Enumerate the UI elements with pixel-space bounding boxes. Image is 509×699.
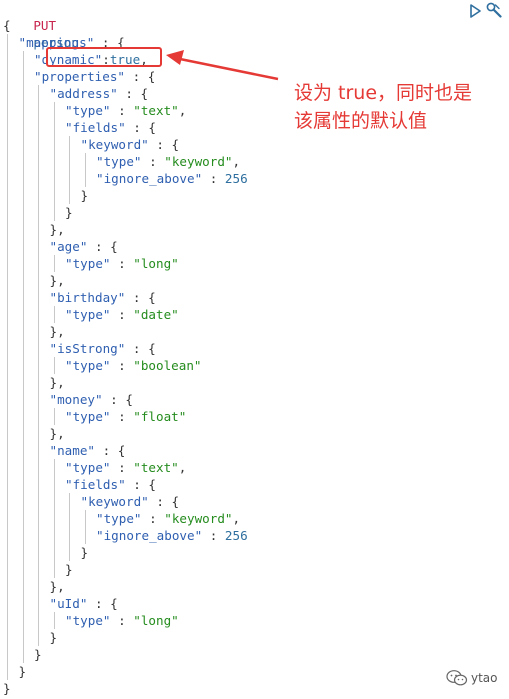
console-editor[interactable]: PUT person {"mappings" : {"dynamic":true… (0, 0, 509, 699)
annotation-line-1: 设为 true，同时也是 (294, 82, 473, 104)
play-icon[interactable] (468, 3, 482, 18)
wechat-logo-icon (446, 670, 468, 686)
watermark: ytao (446, 668, 498, 688)
wrench-icon[interactable] (486, 2, 503, 18)
annotation-line-2: 该属性的默认值 (294, 110, 428, 132)
watermark-text: ytao (471, 671, 498, 685)
annotation-note: 设为 true，同时也是 该属性的默认值 (294, 79, 504, 135)
